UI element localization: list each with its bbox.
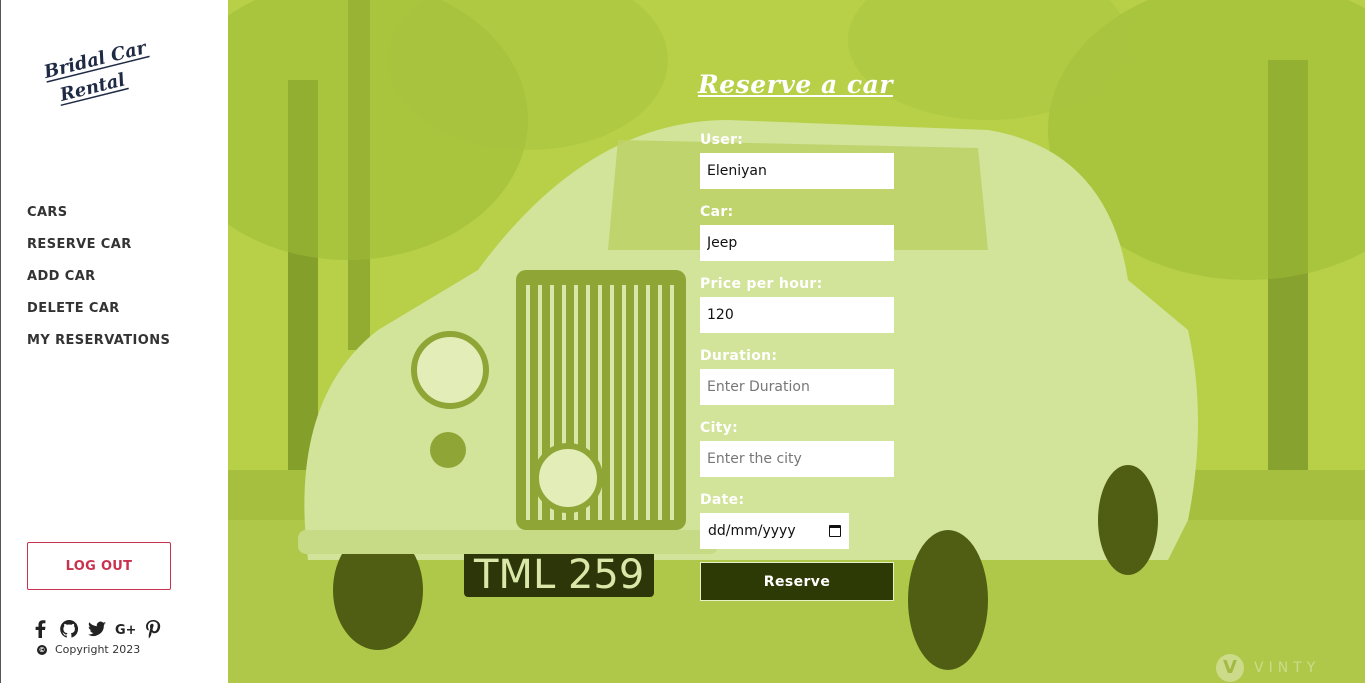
watermark: V VINTY [1216, 654, 1320, 682]
car-label: Car: [700, 204, 734, 220]
city-label: City: [700, 420, 738, 436]
svg-text:G+: G+ [115, 623, 135, 638]
duration-input[interactable] [700, 369, 894, 405]
duration-label: Duration: [700, 348, 778, 364]
user-input[interactable] [700, 153, 894, 189]
watermark-logo-icon: V [1216, 654, 1244, 682]
nav-item-reserve-car[interactable]: RESERVE CAR [27, 236, 170, 268]
nav-item-cars[interactable]: CARS [27, 204, 170, 236]
brand-logo[interactable]: Bridal Car Rental [41, 28, 163, 108]
price-input[interactable] [700, 297, 894, 333]
nav-item-delete-car[interactable]: DELETE CAR [27, 300, 170, 332]
copyright-text: Copyright 2023 [55, 643, 141, 656]
pinterest-icon[interactable] [143, 619, 163, 639]
user-label: User: [700, 132, 744, 148]
city-input[interactable] [700, 441, 894, 477]
sidebar: Bridal Car Rental CARS RESERVE CAR ADD C… [0, 0, 228, 683]
calendar-icon[interactable] [829, 525, 841, 537]
form-title: Reserve a car [698, 70, 893, 99]
license-plate: TML 259 [473, 552, 644, 598]
nav-item-add-car[interactable]: ADD CAR [27, 268, 170, 300]
facebook-icon[interactable] [31, 619, 51, 639]
nav-item-my-reservations[interactable]: MY RESERVATIONS [27, 332, 170, 364]
date-placeholder: dd/mm/yyyy [708, 523, 796, 539]
google-plus-icon[interactable]: G+ [115, 619, 137, 639]
copyright: © Copyright 2023 [37, 643, 140, 656]
watermark-text: VINTY [1254, 660, 1321, 676]
twitter-icon[interactable] [87, 619, 107, 639]
sidebar-nav: CARS RESERVE CAR ADD CAR DELETE CAR MY R… [27, 204, 170, 364]
copyright-icon: © [37, 644, 47, 655]
hero-section: TML 259 Reserve a car User: Car: Price p… [228, 0, 1365, 683]
price-label: Price per hour: [700, 276, 823, 292]
social-links: G+ [31, 619, 163, 639]
date-label: Date: [700, 492, 745, 508]
car-input[interactable] [700, 225, 894, 261]
reserve-button[interactable]: Reserve [700, 562, 894, 601]
date-input[interactable]: dd/mm/yyyy [700, 513, 849, 549]
github-icon[interactable] [59, 619, 79, 639]
logout-button[interactable]: LOG OUT [27, 542, 171, 590]
